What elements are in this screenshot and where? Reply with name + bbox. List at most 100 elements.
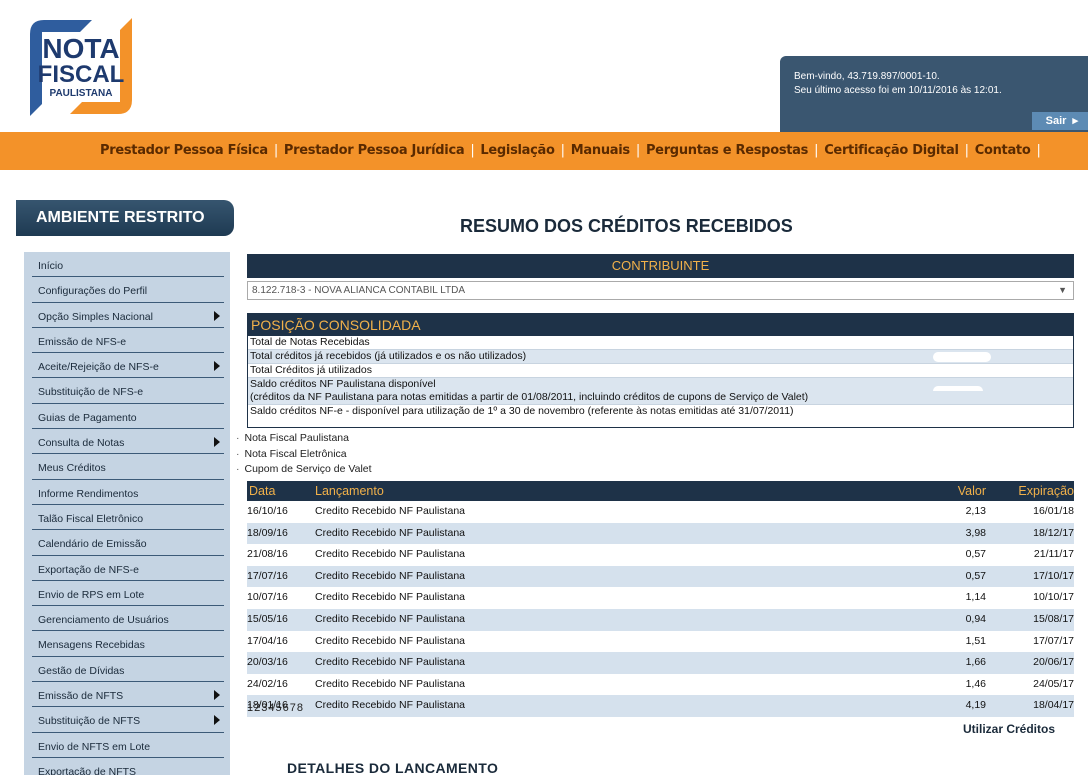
sidebar-item[interactable]: Guias de Pagamento bbox=[24, 404, 230, 430]
use-credits-link[interactable]: Utilizar Créditos bbox=[963, 722, 1055, 736]
sidebar-item[interactable]: Substituição de NFTS bbox=[24, 707, 230, 733]
nav-separator: | bbox=[560, 143, 565, 158]
sidebar-item[interactable]: Aceite/Rejeição de NFS-e bbox=[24, 353, 230, 379]
nav-link[interactable]: Legislação bbox=[480, 143, 555, 158]
sidebar-item[interactable]: Gestão de Dívidas bbox=[24, 657, 230, 683]
cell-data: 16/10/16 bbox=[247, 505, 288, 517]
cell-expiracao: 20/06/17 bbox=[1033, 656, 1074, 669]
sidebar-item[interactable]: Gerenciamento de Usuários bbox=[24, 606, 230, 632]
sidebar-item[interactable]: Meus Créditos bbox=[24, 454, 230, 480]
cell-valor: 3,98 bbox=[965, 526, 986, 539]
nav-separator: | bbox=[964, 143, 969, 158]
sidebar-item[interactable]: Informe Rendimentos bbox=[24, 480, 230, 506]
col-header-data[interactable]: Data bbox=[249, 481, 275, 501]
table-row[interactable]: 21/08/16 Credito Recebido NF Paulistana 0,… bbox=[247, 544, 1074, 566]
table-row[interactable]: 24/02/16 Credito Recebido NF Paulistana 1,… bbox=[247, 674, 1074, 696]
sidebar-item[interactable]: Envio de RPS em Lote bbox=[24, 581, 230, 607]
col-header-lancamento[interactable]: Lançamento bbox=[315, 481, 384, 501]
sidebar-item[interactable]: Consulta de Notas bbox=[24, 429, 230, 455]
cell-data: 20/03/16 bbox=[247, 656, 288, 669]
sidebar-item-label: Envio de NFTS em Lote bbox=[38, 740, 151, 753]
sidebar-item[interactable]: Substituição de NFS-e bbox=[24, 378, 230, 405]
table-row[interactable]: 18/01/16 Credito Recebido NF Paulistana 4,… bbox=[247, 695, 1074, 717]
sidebar-item[interactable]: Configurações do Perfil bbox=[24, 277, 230, 303]
sidebar-item[interactable]: Mensagens Recebidas bbox=[24, 631, 230, 658]
nav-link[interactable]: Prestador Pessoa Jurídica bbox=[284, 143, 465, 158]
sidebar-item[interactable]: Exportação de NFS-e bbox=[24, 556, 230, 582]
sidebar-item-label: Substituição de NFS-e bbox=[38, 386, 144, 399]
logout-button[interactable]: Sair ▸ bbox=[1031, 112, 1088, 130]
table-row[interactable]: 10/07/16 Credito Recebido NF Paulistana 1,… bbox=[247, 587, 1074, 609]
cell-lancamento: Credito Recebido NF Paulistana bbox=[315, 634, 465, 647]
nota-fiscal-paulistana-logo[interactable]: NOTA FISCAL PAULISTANA bbox=[22, 12, 140, 122]
sidebar-item-label: Gestão de Dívidas bbox=[38, 664, 125, 677]
sidebar-item-label: Talão Fiscal Eletrônico bbox=[38, 512, 144, 525]
nav-link[interactable]: Certificação Digital bbox=[824, 143, 959, 158]
cell-lancamento: Credito Recebido NF Paulistana bbox=[315, 677, 465, 690]
nav-link[interactable]: Manuais bbox=[571, 143, 630, 158]
sidebar-item-label: Consulta de Notas bbox=[38, 437, 125, 450]
sidebar-item[interactable]: Opção Simples Nacional bbox=[24, 303, 230, 329]
table-row[interactable]: 15/05/16 Credito Recebido NF Paulistana 0,… bbox=[247, 608, 1074, 631]
nav-links: Prestador Pessoa Física | Prestador Pessoa… bbox=[100, 143, 1047, 158]
sidebar-item-label: Configurações do Perfil bbox=[38, 285, 148, 298]
sidebar-item[interactable]: Exportação de NFTS bbox=[24, 758, 230, 775]
posicao-consolidada-panel: POSIÇÃO CONSOLIDADA Total de Notas Receb… bbox=[247, 313, 1074, 428]
cell-expiracao: 21/11/17 bbox=[1033, 548, 1074, 561]
cell-valor: 1,14 bbox=[965, 591, 986, 604]
sidebar-item[interactable]: Emissão de NFTS bbox=[24, 682, 230, 708]
submenu-arrow-icon bbox=[214, 715, 220, 726]
cell-lancamento: Credito Recebido NF Paulistana bbox=[315, 612, 465, 625]
table-row[interactable]: 20/03/16 Credito Recebido NF Paulistana 1,… bbox=[247, 652, 1074, 674]
table-row[interactable]: 17/04/16 Credito Recebido NF Paulistana 1,… bbox=[247, 631, 1074, 653]
cell-lancamento: Credito Recebido NF Paulistana bbox=[315, 548, 465, 561]
submenu-arrow-icon bbox=[214, 310, 220, 321]
legend-item: Nota Fiscal Eletrônica bbox=[236, 447, 372, 463]
sidebar-item-label: Mensagens Recebidas bbox=[38, 639, 145, 652]
last-access-message: Seu último acesso foi em 10/11/2016 às 1… bbox=[794, 85, 1002, 96]
nav-separator: | bbox=[470, 143, 475, 158]
posicao-row: Saldo créditos NF-e - disponível para ut… bbox=[250, 405, 794, 417]
nav-link[interactable]: Contato bbox=[975, 143, 1031, 158]
nav-separator: | bbox=[1036, 143, 1041, 158]
cell-expiracao: 10/10/17 bbox=[1033, 591, 1074, 604]
pagination[interactable]: 12345678 bbox=[247, 702, 304, 714]
posicao-row: Total de Notas Recebidas bbox=[248, 336, 1073, 350]
table-row[interactable]: 17/07/16 Credito Recebido NF Paulistana 0,… bbox=[247, 565, 1074, 588]
cell-data: 17/07/16 bbox=[247, 569, 288, 582]
sidebar-menu: Início Configurações do Perfil Opção Simpl… bbox=[24, 252, 230, 775]
sidebar-item-label: Substituição de NFTS bbox=[38, 715, 141, 728]
sidebar-item[interactable]: Talão Fiscal Eletrônico bbox=[24, 505, 230, 531]
sidebar-item-label: Aceite/Rejeição de NFS-e bbox=[38, 361, 159, 374]
sidebar-item-label: Opção Simples Nacional bbox=[38, 310, 153, 323]
sidebar-item[interactable]: Calendário de Emissão bbox=[24, 530, 230, 556]
cell-data: 18/09/16 bbox=[247, 526, 288, 539]
col-header-expiracao[interactable]: Expiração bbox=[1018, 481, 1074, 501]
col-header-valor[interactable]: Valor bbox=[958, 481, 986, 501]
sidebar-item-label: Início bbox=[38, 260, 64, 272]
submenu-arrow-icon bbox=[214, 690, 220, 701]
table-row[interactable]: 16/10/16 Credito Recebido NF Paulistana 2,… bbox=[247, 501, 1074, 523]
sidebar-item[interactable]: Envio de NFTS em Lote bbox=[24, 733, 230, 759]
nav-separator: | bbox=[814, 143, 819, 158]
cell-expiracao: 16/01/18 bbox=[1033, 505, 1074, 517]
nav-link[interactable]: Perguntas e Respostas bbox=[646, 143, 808, 158]
sidebar-item[interactable]: Emissão de NFS-e bbox=[24, 328, 230, 354]
cell-lancamento: Credito Recebido NF Paulistana bbox=[315, 591, 465, 604]
cell-expiracao: 18/12/17 bbox=[1033, 526, 1074, 539]
nav-link[interactable]: Prestador Pessoa Física bbox=[100, 143, 268, 158]
sidebar-item[interactable]: Início bbox=[24, 252, 230, 278]
cell-data: 15/05/16 bbox=[247, 612, 288, 625]
legend-list: Nota Fiscal Paulistana Nota Fiscal Eletr… bbox=[236, 431, 372, 478]
sidebar-item-label: Gerenciamento de Usuários bbox=[38, 614, 169, 627]
welcome-panel: Bem-vindo, 43.719.897/0001-10. Seu últim… bbox=[780, 56, 1088, 132]
chevron-right-icon: ▸ bbox=[1072, 115, 1078, 127]
cell-lancamento: Credito Recebido NF Paulistana bbox=[315, 569, 465, 582]
table-row[interactable]: 18/09/16 Credito Recebido NF Paulistana 3,… bbox=[247, 522, 1074, 545]
cell-expiracao: 18/04/17 bbox=[1033, 699, 1074, 712]
table-header: Data Lançamento Valor Expiração bbox=[247, 481, 1074, 501]
posicao-row: Total créditos já recebidos (já utilizad… bbox=[248, 350, 1073, 364]
contribuinte-select[interactable]: 8.122.718-3 - NOVA ALIANCA CONTABIL LTDA… bbox=[247, 281, 1074, 300]
sidebar-item-label: Exportação de NFS-e bbox=[38, 563, 139, 576]
nav-separator: | bbox=[273, 143, 278, 158]
